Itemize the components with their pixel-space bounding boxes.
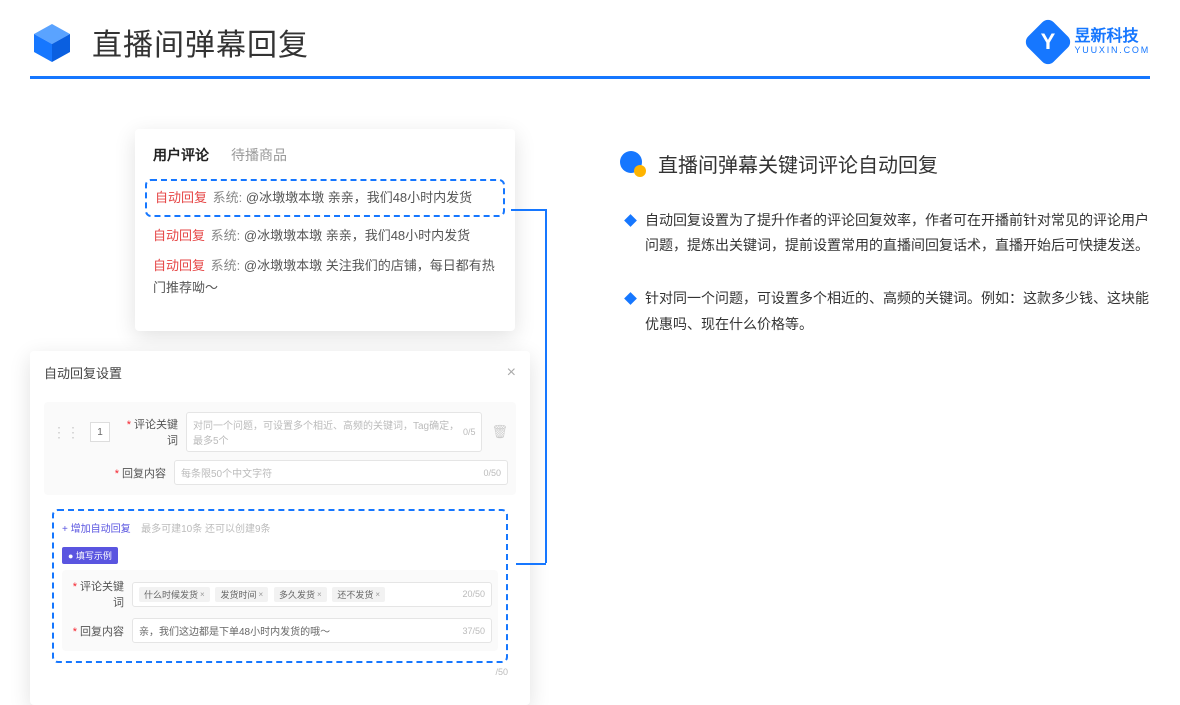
header-left: 直播间弹幕回复 bbox=[30, 20, 309, 64]
form-row-content: *回复内容 每条限50个中文字符 0/50 bbox=[52, 460, 508, 485]
right-column: 直播间弹幕关键词评论自动回复 自动回复设置为了提升作者的评论回复效率，作者可在开… bbox=[590, 129, 1150, 365]
rule-group: ⋮⋮ 1 *评论关键词 对同一个问题，可设置多个相近、高频的关键词，Tag确定，… bbox=[44, 402, 516, 495]
keyword-placeholder: 对同一个问题，可设置多个相近、高频的关键词，Tag确定，最多5个 bbox=[193, 417, 463, 447]
settings-title: 自动回复设置 bbox=[44, 363, 122, 382]
brand-name-en: YUUXIN.COM bbox=[1074, 46, 1150, 56]
comment-row: 自动回复 系统: @冰墩墩本墩 关注我们的店铺，每日都有热门推荐呦～ bbox=[153, 255, 497, 299]
drag-handle-icon[interactable]: ⋮⋮ bbox=[52, 424, 80, 441]
keyword-input[interactable]: 对同一个问题，可设置多个相近、高频的关键词，Tag确定，最多5个 0/5 bbox=[186, 412, 482, 452]
page-header: 直播间弹幕回复 Y 昱新科技 YUUXIN.COM bbox=[0, 0, 1180, 64]
connector-line bbox=[516, 563, 546, 565]
bullet-text: 针对同一个问题，可设置多个相近的、高频的关键词。例如：这款多少钱、这块能优惠吗、… bbox=[645, 286, 1150, 336]
comments-tabs: 用户评论 待播商品 bbox=[153, 145, 497, 165]
remove-tag-icon: × bbox=[375, 590, 380, 599]
settings-body: ⋮⋮ 1 *评论关键词 对同一个问题，可设置多个相近、高频的关键词，Tag确定，… bbox=[30, 402, 530, 677]
keyword-label: *评论关键词 bbox=[122, 416, 178, 448]
brand-text: 昱新科技 YUUXIN.COM bbox=[1074, 28, 1150, 55]
diamond-icon bbox=[624, 293, 637, 306]
example-keyword-count: 20/50 bbox=[462, 589, 485, 599]
example-keyword-input[interactable]: 什么时候发货× 发货时间× 多久发货× 还不发货× 20/50 bbox=[132, 582, 492, 607]
bullet-item: 针对同一个问题，可设置多个相近的、高频的关键词。例如：这款多少钱、这块能优惠吗、… bbox=[626, 286, 1150, 336]
auto-reply-tag: 自动回复 bbox=[153, 258, 205, 273]
example-badge: ● 填写示例 bbox=[62, 547, 118, 564]
comment-text: @冰墩墩本墩 亲亲，我们48小时内发货 bbox=[244, 228, 470, 243]
settings-header: 自动回复设置 × bbox=[30, 363, 530, 392]
page-title: 直播间弹幕回复 bbox=[92, 20, 309, 64]
tab-user-comments[interactable]: 用户评论 bbox=[153, 145, 209, 165]
example-content-value: 亲，我们这边都是下单48小时内发货的哦～ bbox=[139, 623, 330, 638]
system-label: 系统: bbox=[211, 258, 241, 273]
example-keyword-label: *评论关键词 bbox=[68, 578, 124, 610]
tag-chip[interactable]: 多久发货× bbox=[274, 587, 327, 602]
delete-icon[interactable]: 🗑 bbox=[491, 424, 508, 440]
system-label: 系统: bbox=[211, 228, 241, 243]
diamond-icon bbox=[624, 214, 637, 227]
example-content-row: *回复内容 亲，我们这边都是下单48小时内发货的哦～ 37/50 bbox=[68, 618, 492, 643]
chat-bubble-icon bbox=[620, 151, 646, 177]
auto-reply-tag: 自动回复 bbox=[153, 228, 205, 243]
content-placeholder: 每条限50个中文字符 bbox=[181, 465, 272, 480]
close-icon[interactable]: × bbox=[507, 364, 516, 382]
example-content-count: 37/50 bbox=[462, 626, 485, 636]
connector-line bbox=[545, 209, 547, 563]
left-column: 用户评论 待播商品 自动回复 系统: @冰墩墩本墩 亲亲，我们48小时内发货 自… bbox=[30, 129, 550, 365]
example-inner: *评论关键词 什么时候发货× 发货时间× 多久发货× 还不发货× 20/50 bbox=[62, 570, 498, 651]
auto-reply-tag: 自动回复 bbox=[155, 190, 207, 205]
remove-tag-icon: × bbox=[258, 590, 263, 599]
bullet-item: 自动回复设置为了提升作者的评论回复效率，作者可在开播前针对常见的评论用户问题，提… bbox=[626, 208, 1150, 258]
comment-row-highlighted: 自动回复 系统: @冰墩墩本墩 亲亲，我们48小时内发货 bbox=[145, 179, 505, 217]
brand-name-cn: 昱新科技 bbox=[1074, 28, 1150, 46]
content: 用户评论 待播商品 自动回复 系统: @冰墩墩本墩 亲亲，我们48小时内发货 自… bbox=[0, 79, 1180, 365]
content-count: 0/50 bbox=[483, 468, 501, 478]
cube-icon bbox=[30, 20, 74, 64]
bullet-list: 自动回复设置为了提升作者的评论回复效率，作者可在开播前针对常见的评论用户问题，提… bbox=[620, 208, 1150, 337]
example-block: + 增加自动回复 最多可建10条 还可以创建9条 ● 填写示例 *评论关键词 什… bbox=[52, 509, 508, 663]
bullet-text: 自动回复设置为了提升作者的评论回复效率，作者可在开播前针对常见的评论用户问题，提… bbox=[645, 208, 1150, 258]
extra-count: /50 bbox=[44, 663, 516, 677]
settings-panel: 自动回复设置 × ⋮⋮ 1 *评论关键词 对同一个问题，可设置多个相近、高频的关… bbox=[30, 351, 530, 705]
tag-chip[interactable]: 什么时候发货× bbox=[139, 587, 210, 602]
rule-index: 1 bbox=[90, 422, 110, 442]
comment-text: @冰墩墩本墩 亲亲，我们48小时内发货 bbox=[246, 190, 472, 205]
example-content-input[interactable]: 亲，我们这边都是下单48小时内发货的哦～ 37/50 bbox=[132, 618, 492, 643]
remove-tag-icon: × bbox=[317, 590, 322, 599]
tag-chip[interactable]: 发货时间× bbox=[215, 587, 268, 602]
content-input[interactable]: 每条限50个中文字符 0/50 bbox=[174, 460, 508, 485]
brand: Y 昱新科技 YUUXIN.COM bbox=[1030, 24, 1150, 60]
comment-row: 自动回复 系统: @冰墩墩本墩 亲亲，我们48小时内发货 bbox=[153, 225, 497, 247]
example-content-label: *回复内容 bbox=[68, 623, 124, 639]
add-reply-link[interactable]: + 增加自动回复 bbox=[62, 524, 131, 535]
comments-panel: 用户评论 待播商品 自动回复 系统: @冰墩墩本墩 亲亲，我们48小时内发货 自… bbox=[135, 129, 515, 331]
system-label: 系统: bbox=[213, 190, 243, 205]
add-hint: 最多可建10条 还可以创建9条 bbox=[141, 524, 270, 535]
brand-logo-icon: Y bbox=[1023, 17, 1074, 68]
example-keyword-row: *评论关键词 什么时候发货× 发货时间× 多久发货× 还不发货× 20/50 bbox=[68, 578, 492, 610]
tag-chip[interactable]: 还不发货× bbox=[332, 587, 385, 602]
tab-pending-goods[interactable]: 待播商品 bbox=[231, 145, 287, 165]
remove-tag-icon: × bbox=[200, 590, 205, 599]
form-row-keyword: ⋮⋮ 1 *评论关键词 对同一个问题，可设置多个相近、高频的关键词，Tag确定，… bbox=[52, 412, 508, 452]
connector-line bbox=[511, 209, 545, 211]
keyword-count: 0/5 bbox=[463, 427, 476, 437]
content-label: *回复内容 bbox=[110, 465, 166, 481]
section-title: 直播间弹幕关键词评论自动回复 bbox=[620, 149, 1150, 178]
example-tags: 什么时候发货× 发货时间× 多久发货× 还不发货× bbox=[139, 587, 388, 602]
section-title-text: 直播间弹幕关键词评论自动回复 bbox=[658, 149, 938, 178]
